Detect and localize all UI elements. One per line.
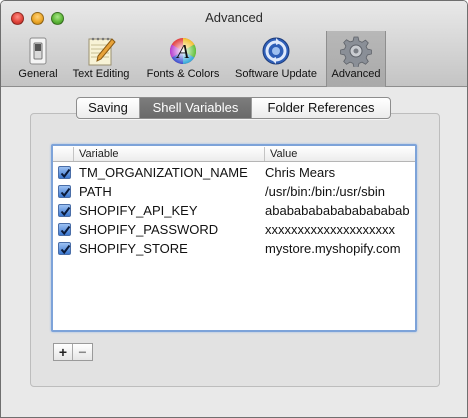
value-cell[interactable]: xxxxxxxxxxxxxxxxxxxx — [265, 222, 415, 237]
checkmark-icon — [60, 206, 71, 217]
preferences-window: Advanced General Text Editing A Fonts & … — [0, 0, 468, 418]
table-row[interactable]: SHOPIFY_API_KEY abababababababababab — [53, 201, 415, 220]
value-cell[interactable]: abababababababababab — [265, 203, 415, 218]
window-title: Advanced — [205, 10, 263, 25]
column-divider — [73, 147, 74, 161]
enabled-checkbox[interactable] — [58, 204, 71, 217]
variable-cell[interactable]: SHOPIFY_PASSWORD — [79, 222, 261, 237]
value-cell[interactable]: /usr/bin:/bin:/usr/sbin — [265, 184, 415, 199]
variable-cell[interactable]: SHOPIFY_STORE — [79, 241, 261, 256]
checkmark-icon — [60, 187, 71, 198]
enabled-checkbox[interactable] — [58, 242, 71, 255]
toolbar-item-text-editing[interactable]: Text Editing — [67, 31, 135, 87]
variable-cell[interactable]: SHOPIFY_API_KEY — [79, 203, 261, 218]
tab-folder-references[interactable]: Folder References — [252, 98, 390, 118]
toolbar-item-label: General — [18, 68, 58, 80]
tab-shell-variables[interactable]: Shell Variables — [140, 98, 252, 118]
notepad-pencil-icon — [85, 35, 117, 67]
toolbar-item-label: Software Update — [235, 68, 317, 80]
column-header-variable[interactable]: Variable — [79, 147, 119, 161]
table-row[interactable]: SHOPIFY_STORE mystore.myshopify.com — [53, 239, 415, 258]
toolbar: Advanced General Text Editing A Fonts & … — [1, 1, 467, 87]
enabled-checkbox[interactable] — [58, 223, 71, 236]
table-row[interactable]: TM_ORGANIZATION_NAME Chris Mears — [53, 163, 415, 182]
value-cell[interactable]: Chris Mears — [265, 165, 415, 180]
update-sync-icon — [260, 35, 292, 67]
column-header-value[interactable]: Value — [264, 147, 297, 161]
toolbar-item-label: Text Editing — [72, 68, 130, 80]
toolbar-item-advanced[interactable]: Advanced — [326, 31, 386, 87]
variable-cell[interactable]: PATH — [79, 184, 261, 199]
remove-variable-button[interactable]: − — [73, 344, 92, 360]
toolbar-item-fonts-colors[interactable]: A Fonts & Colors — [141, 31, 225, 87]
shell-variables-table[interactable]: Variable Value TM_ORGANIZATION_NAME Chri… — [51, 144, 417, 332]
svg-text:A: A — [175, 41, 190, 63]
table-row[interactable]: PATH /usr/bin:/bin:/usr/sbin — [53, 182, 415, 201]
enabled-checkbox[interactable] — [58, 166, 71, 179]
preferences-content: Saving Shell Variables Folder References… — [1, 88, 467, 417]
table-header: Variable Value — [53, 146, 415, 162]
tab-saving[interactable]: Saving — [77, 98, 140, 118]
toolbar-item-general[interactable]: General — [15, 31, 61, 87]
toolbar-item-label: Advanced — [331, 68, 381, 80]
add-remove-controls: + − — [53, 343, 93, 361]
section-tabs: Saving Shell Variables Folder References — [76, 97, 391, 119]
toolbar-item-label: Fonts & Colors — [146, 68, 220, 80]
light-switch-icon — [22, 35, 54, 67]
toolbar-item-software-update[interactable]: Software Update — [231, 31, 321, 87]
checkmark-icon — [60, 225, 71, 236]
gear-icon — [340, 35, 372, 68]
variable-cell[interactable]: TM_ORGANIZATION_NAME — [79, 165, 261, 180]
enabled-checkbox[interactable] — [58, 185, 71, 198]
value-cell[interactable]: mystore.myshopify.com — [265, 241, 415, 256]
color-wheel-font-icon: A — [167, 35, 199, 67]
table-row[interactable]: SHOPIFY_PASSWORD xxxxxxxxxxxxxxxxxxxx — [53, 220, 415, 239]
checkmark-icon — [60, 168, 71, 179]
checkmark-icon — [60, 244, 71, 255]
add-variable-button[interactable]: + — [54, 344, 73, 360]
